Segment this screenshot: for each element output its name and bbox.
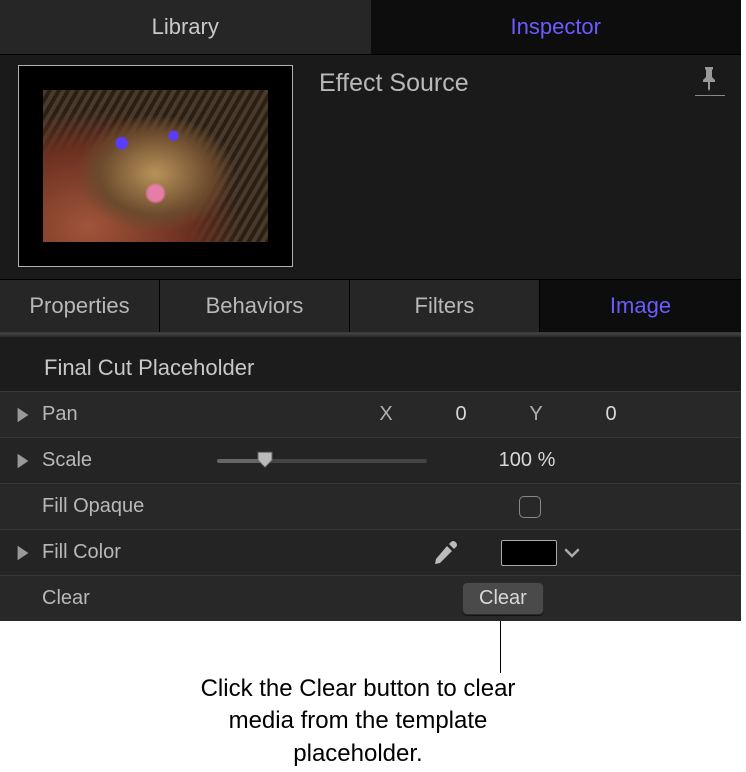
- tab-filters-label: Filters: [415, 293, 475, 319]
- tab-image[interactable]: Image: [540, 280, 741, 332]
- param-row-clear: Clear Clear: [0, 575, 741, 621]
- pin-icon[interactable]: [699, 65, 719, 93]
- tab-image-label: Image: [610, 293, 671, 319]
- fill-opaque-label: Fill Opaque: [42, 495, 207, 518]
- tab-library-label: Library: [152, 14, 219, 40]
- tab-library[interactable]: Library: [0, 0, 371, 54]
- scale-value[interactable]: 100 %: [457, 449, 597, 472]
- tab-properties[interactable]: Properties: [0, 280, 160, 332]
- pan-y-label: Y: [511, 403, 561, 426]
- pan-label: Pan: [42, 403, 207, 426]
- slider-thumb-icon[interactable]: [256, 450, 274, 468]
- tab-properties-label: Properties: [29, 293, 129, 319]
- tab-behaviors[interactable]: Behaviors: [160, 280, 350, 332]
- top-tab-bar: Library Inspector: [0, 0, 741, 54]
- param-row-pan: Pan X 0 Y 0: [0, 391, 741, 437]
- parameters-list: Final Cut Placeholder Pan X 0 Y 0 Scale …: [0, 337, 741, 621]
- disclosure-triangle-icon[interactable]: [14, 452, 32, 470]
- chevron-down-icon[interactable]: [563, 544, 581, 562]
- tab-inspector-label: Inspector: [511, 14, 602, 40]
- param-row-fill-opaque: Fill Opaque: [0, 483, 741, 529]
- pin-underline: [695, 95, 725, 96]
- tab-inspector[interactable]: Inspector: [371, 0, 742, 54]
- annotation-callout: Click the Clear button to clear media fr…: [0, 621, 746, 771]
- clear-button[interactable]: Clear: [462, 582, 544, 615]
- pan-x-label: X: [361, 403, 411, 426]
- disclosure-triangle-icon[interactable]: [14, 406, 32, 424]
- section-title: Final Cut Placeholder: [0, 337, 741, 391]
- scale-slider[interactable]: [217, 459, 427, 463]
- pan-x-value[interactable]: 0: [411, 403, 511, 426]
- inspector-header: Effect Source: [0, 54, 741, 279]
- inspector-panel: Library Inspector Effect Source Properti…: [0, 0, 741, 621]
- annotation-leader-line: [500, 621, 501, 673]
- clear-label: Clear: [42, 587, 207, 610]
- tab-filters[interactable]: Filters: [350, 280, 540, 332]
- scale-label: Scale: [42, 449, 207, 472]
- tab-behaviors-label: Behaviors: [206, 293, 304, 319]
- pan-y-value[interactable]: 0: [561, 403, 661, 426]
- annotation-text: Click the Clear button to clear media fr…: [170, 673, 546, 770]
- fill-opaque-checkbox[interactable]: [519, 496, 541, 518]
- preview-thumbnail[interactable]: [18, 65, 293, 267]
- disclosure-triangle-icon[interactable]: [14, 544, 32, 562]
- effect-source-title: Effect Source: [301, 55, 469, 279]
- param-row-fill-color: Fill Color: [0, 529, 741, 575]
- fill-color-well[interactable]: [501, 540, 557, 566]
- preview-image: [43, 90, 268, 242]
- preview-thumbnail-wrap: [0, 55, 301, 279]
- inspector-tab-bar: Properties Behaviors Filters Image: [0, 279, 741, 333]
- eyedropper-icon[interactable]: [431, 538, 461, 568]
- param-row-scale: Scale 100 %: [0, 437, 741, 483]
- fill-color-label: Fill Color: [42, 541, 207, 564]
